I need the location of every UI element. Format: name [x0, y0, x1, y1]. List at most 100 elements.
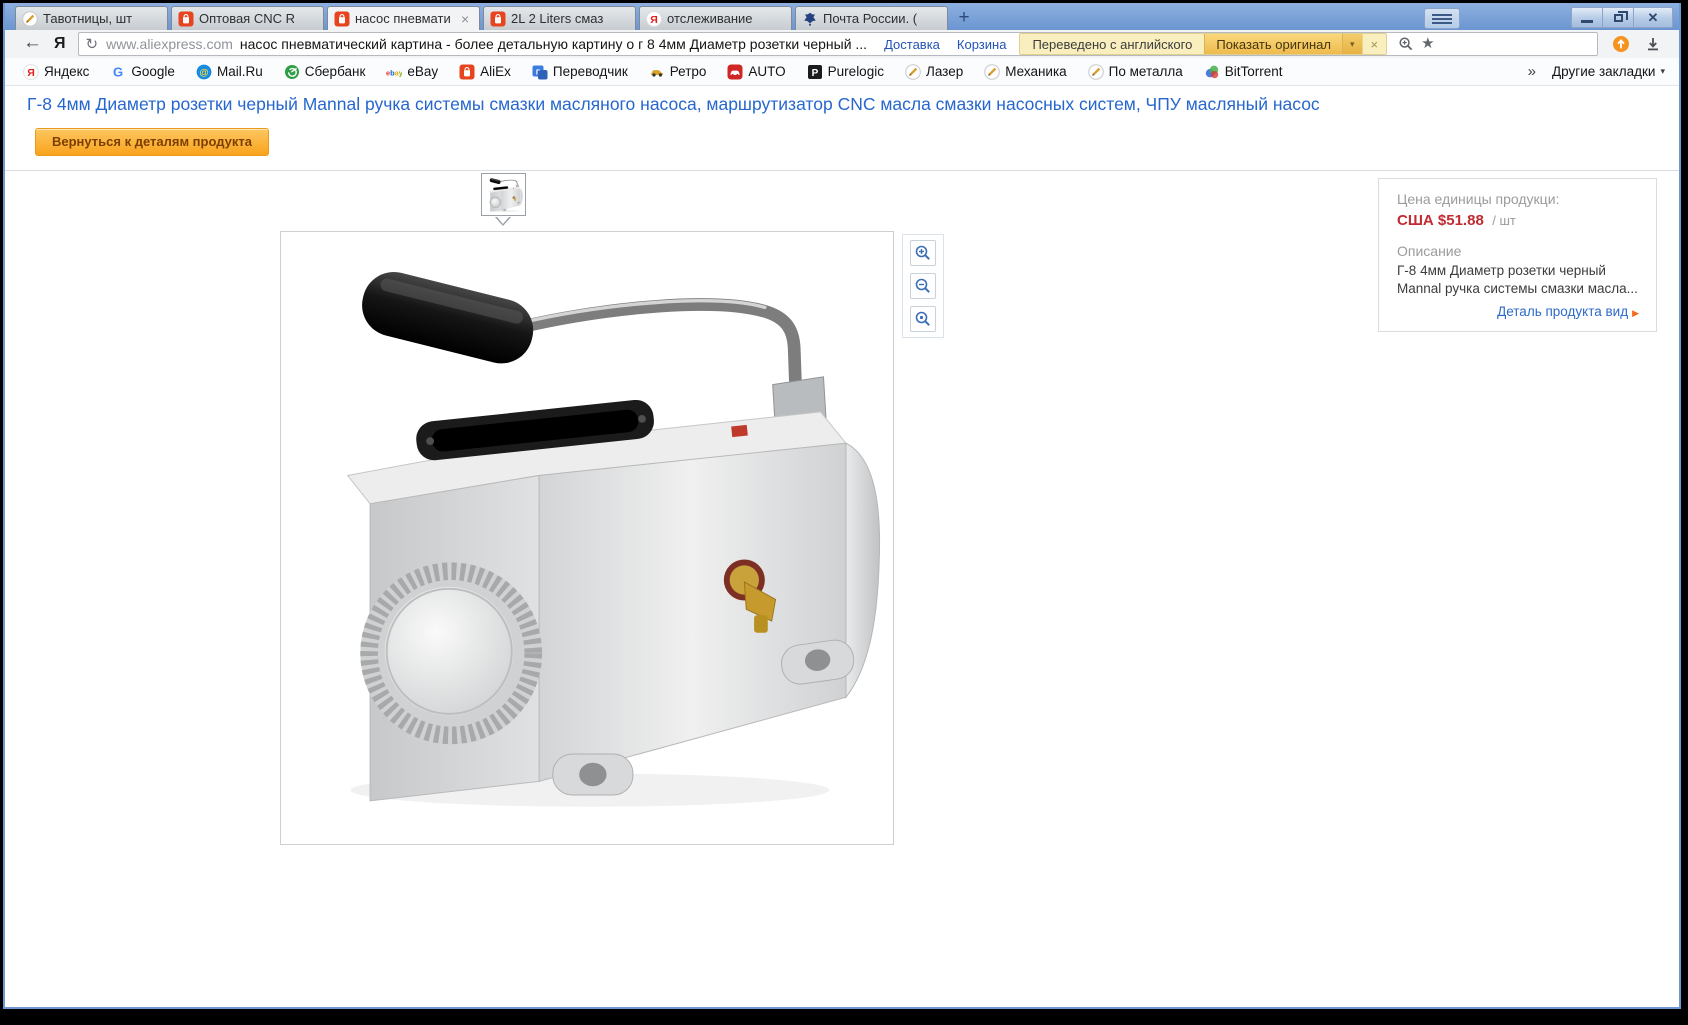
bookmark-item[interactable]: ebay eBay	[386, 64, 438, 80]
divider	[5, 170, 1679, 171]
chevron-down-icon	[1660, 66, 1665, 77]
url-query: насос пневматический картина - более дет…	[239, 36, 868, 52]
tab-close-icon[interactable]	[461, 13, 473, 25]
tab-list-button[interactable]	[1424, 8, 1460, 29]
pencil-icon	[1087, 63, 1104, 80]
bookmark-item[interactable]: Я Яндекс	[23, 63, 90, 80]
close-button[interactable]	[1633, 7, 1673, 28]
tab-label: 2L 2 Liters смаз	[511, 11, 604, 26]
aliexpress-icon	[178, 11, 194, 27]
tab[interactable]: насос пневмати	[327, 6, 480, 30]
bookmark-item[interactable]: P Purelogic	[807, 64, 884, 80]
bookmark-item[interactable]: Сбербанк	[284, 64, 366, 80]
minimize-button[interactable]	[1571, 7, 1603, 28]
bookmark-label: Механика	[1005, 64, 1067, 79]
reload-icon[interactable]	[86, 35, 99, 53]
bookmark-item[interactable]: Ретро	[649, 64, 707, 80]
svg-text:@: @	[199, 67, 208, 78]
zoom-out-button[interactable]	[910, 273, 936, 299]
bookmark-label: Яндекс	[44, 64, 90, 79]
bookmark-item[interactable]: G Google	[110, 64, 175, 80]
restore-button[interactable]	[1602, 7, 1634, 28]
svg-text:P: P	[811, 68, 818, 79]
other-bookmarks-button[interactable]: Другие закладки	[1552, 64, 1665, 79]
bookmark-item[interactable]: По металла	[1087, 63, 1183, 80]
bookmark-label: Purelogic	[827, 64, 884, 79]
tab[interactable]: Оптовая CNC R	[171, 6, 324, 30]
extension-icon[interactable]	[1612, 35, 1630, 53]
window-controls	[1571, 7, 1673, 28]
ebay-icon: ebay	[386, 64, 402, 80]
pencil-icon	[984, 63, 1001, 80]
translate-bar: Переведено с английского Показать оригин…	[1019, 33, 1388, 55]
svg-text:G: G	[113, 64, 123, 79]
bookmark-label: По металла	[1108, 64, 1183, 79]
bookmark-label: AliEx	[480, 64, 511, 79]
bookmark-item[interactable]: Г Переводчик	[532, 64, 628, 80]
bookmark-item[interactable]: AliEx	[459, 64, 511, 80]
aliexpress-icon	[459, 64, 475, 80]
tab[interactable]: 2L 2 Liters смаз	[483, 6, 636, 30]
bookmark-item[interactable]: @ Mail.Ru	[196, 64, 263, 80]
bookmark-item[interactable]: BitTorrent	[1204, 64, 1283, 80]
bookmark-star-icon[interactable]	[1421, 34, 1434, 52]
tab-label: насос пневмати	[355, 11, 451, 26]
yandex-home-button[interactable]	[54, 35, 66, 53]
product-image[interactable]	[280, 231, 894, 845]
translate-icon: Г	[532, 64, 548, 80]
mailru-icon: @	[196, 64, 212, 80]
aliexpress-icon	[490, 11, 506, 27]
pencil-icon	[905, 63, 921, 80]
other-bookmarks-label: Другие закладки	[1552, 64, 1656, 79]
address-bar[interactable]: www.aliexpress.com насос пневматический …	[77, 32, 1598, 56]
yandex-icon: Я	[646, 10, 662, 27]
bookmark-item[interactable]: AUTO	[727, 64, 786, 80]
tab[interactable]: Тавотницы, шт	[15, 6, 168, 30]
bookmark-label: BitTorrent	[1224, 64, 1283, 79]
cart-link[interactable]: Корзина	[957, 37, 1007, 52]
restore-icon	[1613, 10, 1628, 22]
bookmark-item[interactable]: Лазер	[905, 63, 963, 80]
tab[interactable]: Яотслеживание	[639, 6, 792, 30]
yandex-icon: Я	[23, 63, 39, 80]
pencil-icon	[22, 10, 38, 27]
bookmark-label: eBay	[407, 64, 439, 79]
bookmark-label: Сбербанк	[304, 64, 366, 79]
svg-text:Я: Я	[650, 13, 658, 25]
tab[interactable]: Почта России. (	[795, 6, 948, 30]
auto-icon	[727, 64, 743, 80]
tab-label: Оптовая CNC R	[199, 11, 295, 26]
back-icon[interactable]	[23, 32, 42, 54]
description-text: Г-8 4мм Диаметр розетки черный Mannal ру…	[1397, 263, 1638, 296]
svg-text:Г: Г	[536, 67, 541, 76]
zoom-reset-button[interactable]	[910, 306, 936, 332]
tab-label: отслеживание	[667, 11, 753, 26]
delivery-link[interactable]: Доставка	[884, 37, 940, 52]
chevron-down-icon[interactable]	[1341, 34, 1362, 54]
bookmarks-overflow-icon[interactable]	[1528, 63, 1536, 80]
back-to-product-button[interactable]: Вернуться к деталям продукта	[35, 128, 269, 156]
bookmark-item[interactable]: Механика	[984, 63, 1067, 80]
page-zoom-icon[interactable]	[1398, 36, 1414, 52]
price-label: Цена единицы продукци:	[1397, 191, 1560, 207]
new-tab-button[interactable]	[951, 7, 977, 29]
sberbank-icon	[284, 64, 300, 80]
car-icon	[649, 64, 665, 80]
google-icon: G	[110, 64, 126, 80]
image-zoom-controls	[902, 234, 944, 338]
russian-post-icon	[802, 11, 818, 27]
product-detail-link[interactable]: Деталь продукта вид	[1497, 304, 1628, 319]
browser-window: Тавотницы, шт Оптовая CNC R насос пневмати…	[3, 3, 1681, 1009]
zoom-in-button[interactable]	[910, 240, 936, 266]
aliexpress-icon	[334, 11, 350, 27]
purelogic-icon: P	[807, 64, 823, 80]
description-label: Описание	[1397, 243, 1462, 259]
product-thumbnail[interactable]	[481, 173, 526, 216]
bookmark-label: Ретро	[669, 64, 707, 79]
product-info-panel: Цена единицы продукци: США $51.88 / шт О…	[1378, 178, 1657, 332]
url-domain: www.aliexpress.com	[106, 36, 233, 52]
translate-close-icon[interactable]	[1361, 34, 1387, 54]
download-icon[interactable]	[1645, 36, 1661, 52]
show-original-button[interactable]: Показать оригинал	[1204, 34, 1342, 54]
tabs-container: Тавотницы, шт Оптовая CNC R насос пневмати…	[15, 6, 951, 30]
